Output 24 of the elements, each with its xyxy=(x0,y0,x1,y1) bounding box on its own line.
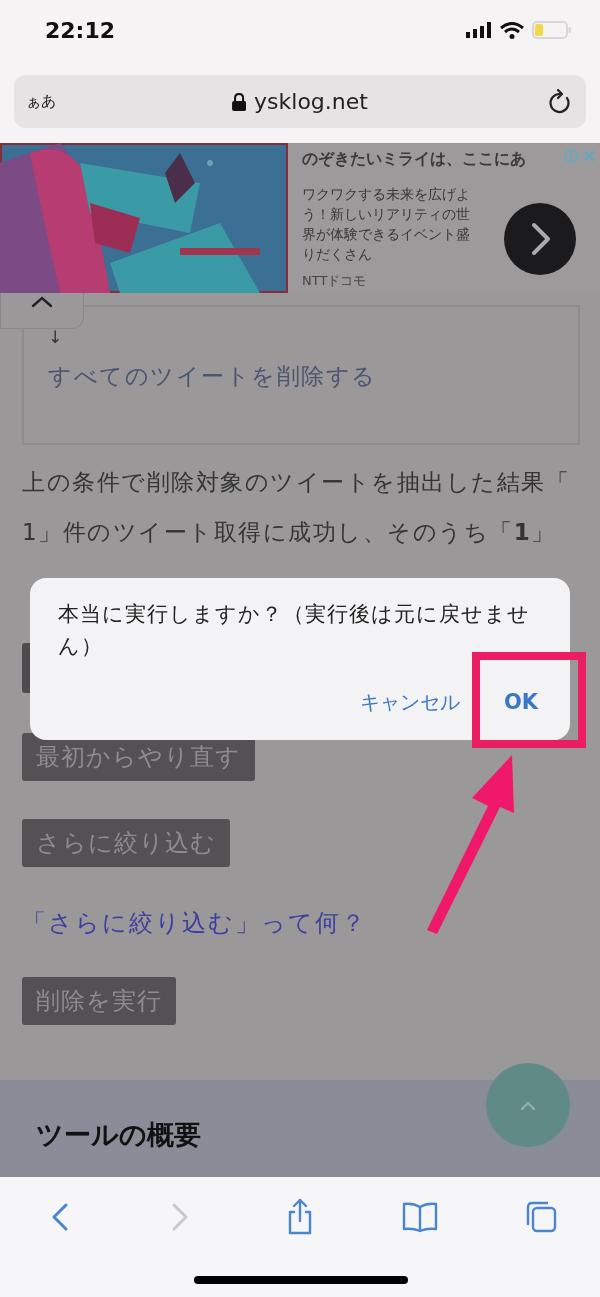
result-paragraph: 上の条件で削除対象のツイートを抽出した結果「1」件のツイート取得に成功し、そのうち「1」 xyxy=(22,468,571,547)
down-arrow: ↓ xyxy=(48,327,63,347)
signal-icon xyxy=(466,22,492,38)
lock-icon xyxy=(232,92,247,111)
battery-icon xyxy=(532,21,572,39)
ad-text: ワクワクする未来を広げよう！新しいリアリティの世界が体験できるイベント盛りだくさん xyxy=(302,185,471,264)
wifi-icon xyxy=(500,21,524,39)
clock-time: 22:12 xyxy=(45,17,116,43)
help-link[interactable]: 「さらに絞り込む」って何？ xyxy=(22,907,367,939)
chevron-up-icon xyxy=(518,1099,538,1111)
execute-button[interactable]: 削除を実行 xyxy=(22,977,176,1025)
section-heading: ツールの概要 xyxy=(36,1117,201,1152)
dialog-message: 本当に実行しますか？（実行後は元に戻せません） xyxy=(58,601,531,660)
refine-button[interactable]: さらに絞り込む xyxy=(22,819,230,867)
ad-sponsor: NTTドコモ xyxy=(302,272,368,290)
collapse-tab[interactable] xyxy=(0,293,84,329)
reload-icon[interactable] xyxy=(548,88,572,115)
text-size-button[interactable]: ぁあ xyxy=(26,92,56,111)
cancel-button[interactable]: キャンセル xyxy=(345,688,474,716)
url-text: ysklog.net xyxy=(254,89,368,114)
ok-button[interactable]: OK xyxy=(473,690,570,714)
chevron-button[interactable] xyxy=(504,203,576,275)
address-bar[interactable]: ぁあ ysklog.net xyxy=(14,75,586,128)
quote-text: すべてのツイートを削除する xyxy=(48,362,377,391)
